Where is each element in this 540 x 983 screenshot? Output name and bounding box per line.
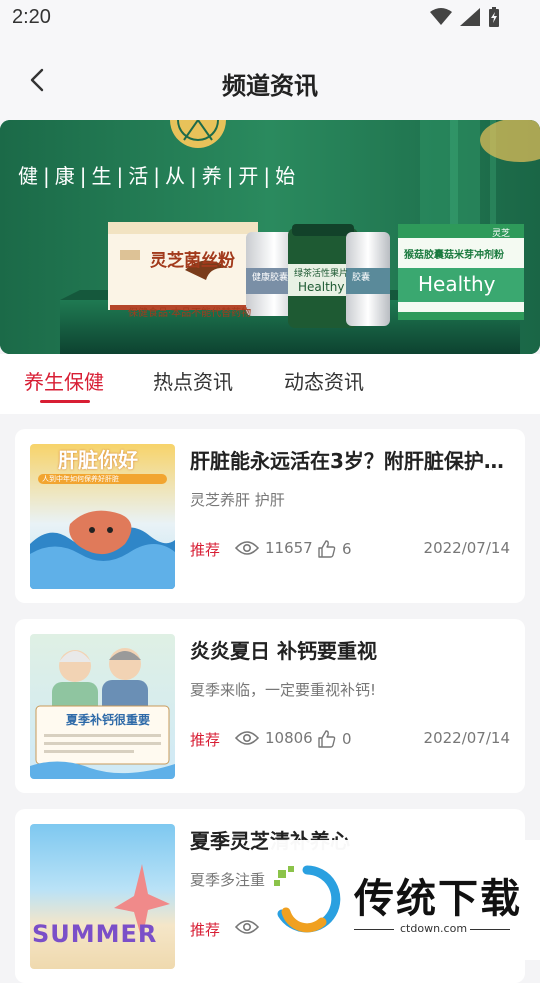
cellular-signal-icon [460, 8, 480, 26]
eye-icon [235, 731, 259, 745]
recommend-tag: 推荐 [190, 921, 221, 939]
page-title: 频道资讯 [222, 72, 318, 100]
tab-health-care[interactable]: 养生保健 [24, 366, 104, 395]
product-label-mushroom-note: 保健食品·本品不能代替药物 [128, 308, 252, 319]
article-summary: 夏季来临，一定要重视补钙! [190, 681, 377, 699]
watermark-brand: 传统下载 [354, 876, 522, 922]
thumbs-up-icon [318, 540, 336, 558]
promo-banner[interactable]: 健|康|生|活|从|养|开|始 灵芝菌丝粉 保健食品·本品不能代替药物 健康胶囊… [0, 120, 540, 354]
article-thumbnail: 肝脏你好 人到中年如何保养好肝脏 [30, 444, 175, 589]
active-tab-indicator [40, 400, 90, 403]
product-label-mushroom: 灵芝菌丝粉 [150, 251, 235, 271]
product-label-bottle-2-en: Healthy [298, 280, 345, 294]
thumbnail-title: 夏季补钙很重要 [66, 713, 151, 727]
battery-icon [489, 7, 499, 27]
like-count[interactable]: 0 [317, 729, 352, 749]
article-title: 炎炎夏日 补钙要重视 [190, 639, 377, 663]
status-icons [430, 7, 500, 27]
status-bar: 2:20 [0, 0, 540, 38]
view-count [235, 919, 265, 935]
product-label-bottle-3: 胶囊 [352, 273, 371, 283]
product-label-box-title: 猴菇胶囊菇米芽冲剂粉 [404, 250, 504, 261]
header: 频道资讯 [0, 38, 540, 120]
like-count-value: 6 [342, 540, 352, 558]
article-date: 2022/07/14 [423, 539, 510, 557]
thumbnail-title: SUMMER [32, 920, 158, 948]
recommend-tag: 推荐 [190, 731, 221, 749]
article-meta: 推荐 10806 0 2022/07/14 [190, 729, 510, 749]
product-label-bottle-1: 健康胶囊 [252, 273, 289, 283]
tab-hot-news[interactable]: 热点资讯 [153, 366, 233, 395]
article-thumbnail: SUMMER [30, 824, 175, 969]
view-count: 11657 [235, 539, 313, 557]
eye-icon [235, 920, 259, 934]
like-count[interactable]: 6 [317, 539, 352, 559]
product-label-bottle-2: 绿茶活性果片 [294, 269, 349, 279]
article-card[interactable]: 夏季补钙很重要 炎炎夏日 补钙要重视 夏季来临，一定要重视补钙! 推荐 1080… [15, 619, 525, 793]
article-summary: 夏季多注重 [190, 871, 266, 889]
thumbnail-subtitle: 人到中年如何保养好肝脏 [42, 475, 119, 483]
status-time: 2:20 [12, 6, 51, 28]
wifi-icon [430, 8, 452, 25]
product-label-box-brand: 灵芝 [492, 229, 511, 239]
banner-artwork [0, 120, 540, 354]
tab-dynamic-news[interactable]: 动态资讯 [284, 366, 364, 395]
view-count-value: 10806 [265, 729, 313, 747]
watermark-logo-icon [274, 865, 341, 933]
article-thumbnail: 夏季补钙很重要 [30, 634, 175, 779]
article-meta: 推荐 11657 6 2022/07/14 [190, 539, 510, 559]
thumbnail-title: 肝脏你好 [58, 448, 138, 472]
banner-slogan: 健|康|生|活|从|养|开|始 [18, 164, 301, 188]
article-card[interactable]: 肝脏你好 人到中年如何保养好肝脏 肝脏能永远活在3岁？附肝脏保护指南 灵芝养肝 … [15, 429, 525, 603]
watermark-rule-right [470, 929, 510, 930]
watermark-overlay: 传统下载 ctdown.com [268, 840, 540, 960]
watermark-url: ctdown.com [400, 922, 468, 935]
like-count-value: 0 [342, 730, 352, 748]
article-date: 2022/07/14 [423, 729, 510, 747]
article-summary: 灵芝养肝 护肝 [190, 491, 285, 509]
view-count-value: 11657 [265, 539, 313, 557]
view-count: 10806 [235, 729, 313, 747]
recommend-tag: 推荐 [190, 541, 221, 559]
eye-icon [235, 541, 259, 555]
article-title: 肝脏能永远活在3岁？附肝脏保护指南 [190, 449, 508, 473]
tab-bar: 养生保健 热点资讯 动态资讯 [0, 354, 540, 414]
watermark-rule-left [354, 929, 394, 930]
thumbs-up-icon [318, 730, 336, 748]
product-label-box-text: Healthy [418, 272, 496, 296]
